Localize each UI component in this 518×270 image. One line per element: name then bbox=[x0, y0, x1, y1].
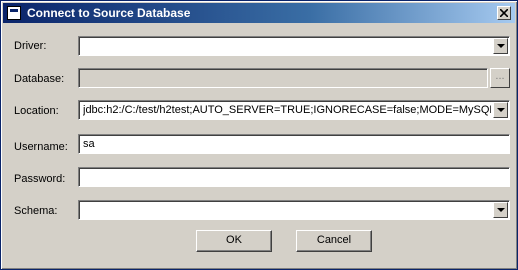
username-value: sa bbox=[83, 138, 95, 150]
window-icon bbox=[7, 6, 21, 20]
location-combobox[interactable]: jdbc:h2:/C:/test/h2test;AUTO_SERVER=TRUE… bbox=[78, 100, 510, 120]
chevron-down-icon[interactable] bbox=[493, 102, 508, 118]
password-field[interactable] bbox=[78, 167, 510, 187]
browse-database-button[interactable]: ... bbox=[490, 68, 510, 88]
username-label: Username: bbox=[14, 141, 68, 153]
title-bar[interactable]: Connect to Source Database bbox=[3, 3, 515, 23]
location-label: Location: bbox=[14, 105, 59, 117]
chevron-down-icon[interactable] bbox=[493, 38, 508, 54]
schema-label: Schema: bbox=[14, 205, 58, 217]
driver-combobox[interactable] bbox=[78, 36, 510, 56]
cancel-button[interactable]: Cancel bbox=[296, 230, 372, 252]
password-label: Password: bbox=[14, 173, 66, 185]
close-button[interactable] bbox=[497, 6, 511, 20]
database-field bbox=[78, 68, 488, 88]
location-value: jdbc:h2:/C:/test/h2test;AUTO_SERVER=TRUE… bbox=[83, 104, 491, 116]
chevron-down-icon[interactable] bbox=[493, 202, 508, 218]
window-title: Connect to Source Database bbox=[27, 6, 191, 20]
ok-button[interactable]: OK bbox=[196, 230, 272, 252]
close-icon bbox=[500, 9, 508, 17]
database-label: Database: bbox=[14, 73, 65, 85]
username-field[interactable]: sa bbox=[78, 134, 510, 154]
driver-label: Driver: bbox=[14, 40, 47, 52]
schema-combobox[interactable] bbox=[78, 200, 510, 220]
